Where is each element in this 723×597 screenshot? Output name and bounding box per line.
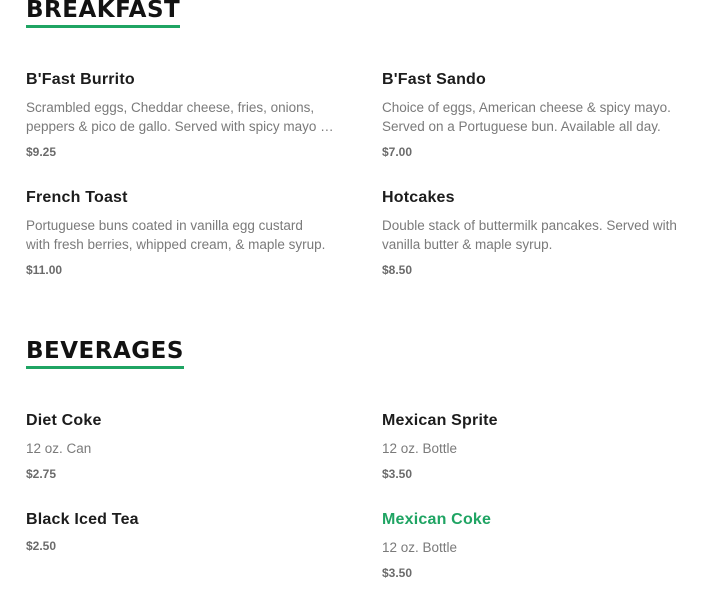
item-description: 12 oz. Bottle <box>382 538 694 557</box>
item-price: $2.75 <box>26 467 57 481</box>
item-description-line: Served on a Portuguese bun. Available al… <box>382 119 661 134</box>
item-price: $7.00 <box>382 145 413 159</box>
item-description-line: peppers & pico de gallo. Served with spi… <box>26 119 334 134</box>
item-description: Portuguese buns coated in vanilla egg cu… <box>26 216 338 254</box>
item-description: Scrambled eggs, Cheddar cheese, fries, o… <box>26 98 338 136</box>
item-price: $2.50 <box>26 539 57 553</box>
item-description: Double stack of buttermilk pancakes. Ser… <box>382 216 694 254</box>
item-name[interactable]: Diet Coke <box>26 411 338 431</box>
item-description-line: Portuguese buns coated in vanilla egg cu… <box>26 218 303 233</box>
section-title-breakfast: BREAKFAST <box>26 0 181 28</box>
item-description-line: vanilla butter & maple syrup. <box>382 237 553 252</box>
menu-item-hotcakes[interactable]: Hotcakes Double stack of buttermilk panc… <box>382 188 694 278</box>
menu-item-bfast-sando[interactable]: B'Fast Sando Choice of eggs, American ch… <box>382 70 694 160</box>
item-name[interactable]: Black Iced Tea <box>26 510 338 530</box>
menu-item-bfast-burrito[interactable]: B'Fast Burrito Scrambled eggs, Cheddar c… <box>26 70 338 160</box>
item-description: Choice of eggs, American cheese & spicy … <box>382 98 694 136</box>
item-description-line: Scrambled eggs, Cheddar cheese, fries, o… <box>26 100 315 115</box>
item-name[interactable]: Mexican Coke <box>382 510 694 530</box>
item-name[interactable]: Hotcakes <box>382 188 694 208</box>
item-description-line: 12 oz. Bottle <box>382 540 458 555</box>
item-price: $8.50 <box>382 263 413 277</box>
item-description-line: Double stack of buttermilk pancakes. Ser… <box>382 218 677 233</box>
item-price: $3.50 <box>382 467 413 481</box>
item-name[interactable]: Mexican Sprite <box>382 411 694 431</box>
item-description-line: with fresh berries, whipped cream, & map… <box>26 237 326 252</box>
menu-item-black-iced-tea[interactable]: Black Iced Tea $2.50 <box>26 510 338 554</box>
item-price: $9.25 <box>26 145 57 159</box>
breakfast-section: BREAKFAST <box>26 0 696 28</box>
menu-item-mexican-coke[interactable]: Mexican Coke 12 oz. Bottle $3.50 <box>382 510 694 581</box>
item-price: $3.50 <box>382 566 413 580</box>
item-description-line: 12 oz. Bottle <box>382 441 458 456</box>
menu-item-mexican-sprite[interactable]: Mexican Sprite 12 oz. Bottle $3.50 <box>382 411 694 482</box>
menu-item-french-toast[interactable]: French Toast Portuguese buns coated in v… <box>26 188 338 278</box>
item-name[interactable]: French Toast <box>26 188 338 208</box>
item-price: $11.00 <box>26 263 63 277</box>
item-description-line: Choice of eggs, American cheese & spicy … <box>382 100 671 115</box>
menu-item-diet-coke[interactable]: Diet Coke 12 oz. Can $2.75 <box>26 411 338 482</box>
item-name[interactable]: B'Fast Sando <box>382 70 694 90</box>
beverages-section: BEVERAGES <box>26 337 696 369</box>
item-description-line: 12 oz. Can <box>26 441 92 456</box>
item-name[interactable]: B'Fast Burrito <box>26 70 338 90</box>
item-description: 12 oz. Bottle <box>382 439 694 458</box>
item-description: 12 oz. Can <box>26 439 338 458</box>
section-title-beverages: BEVERAGES <box>26 337 184 369</box>
